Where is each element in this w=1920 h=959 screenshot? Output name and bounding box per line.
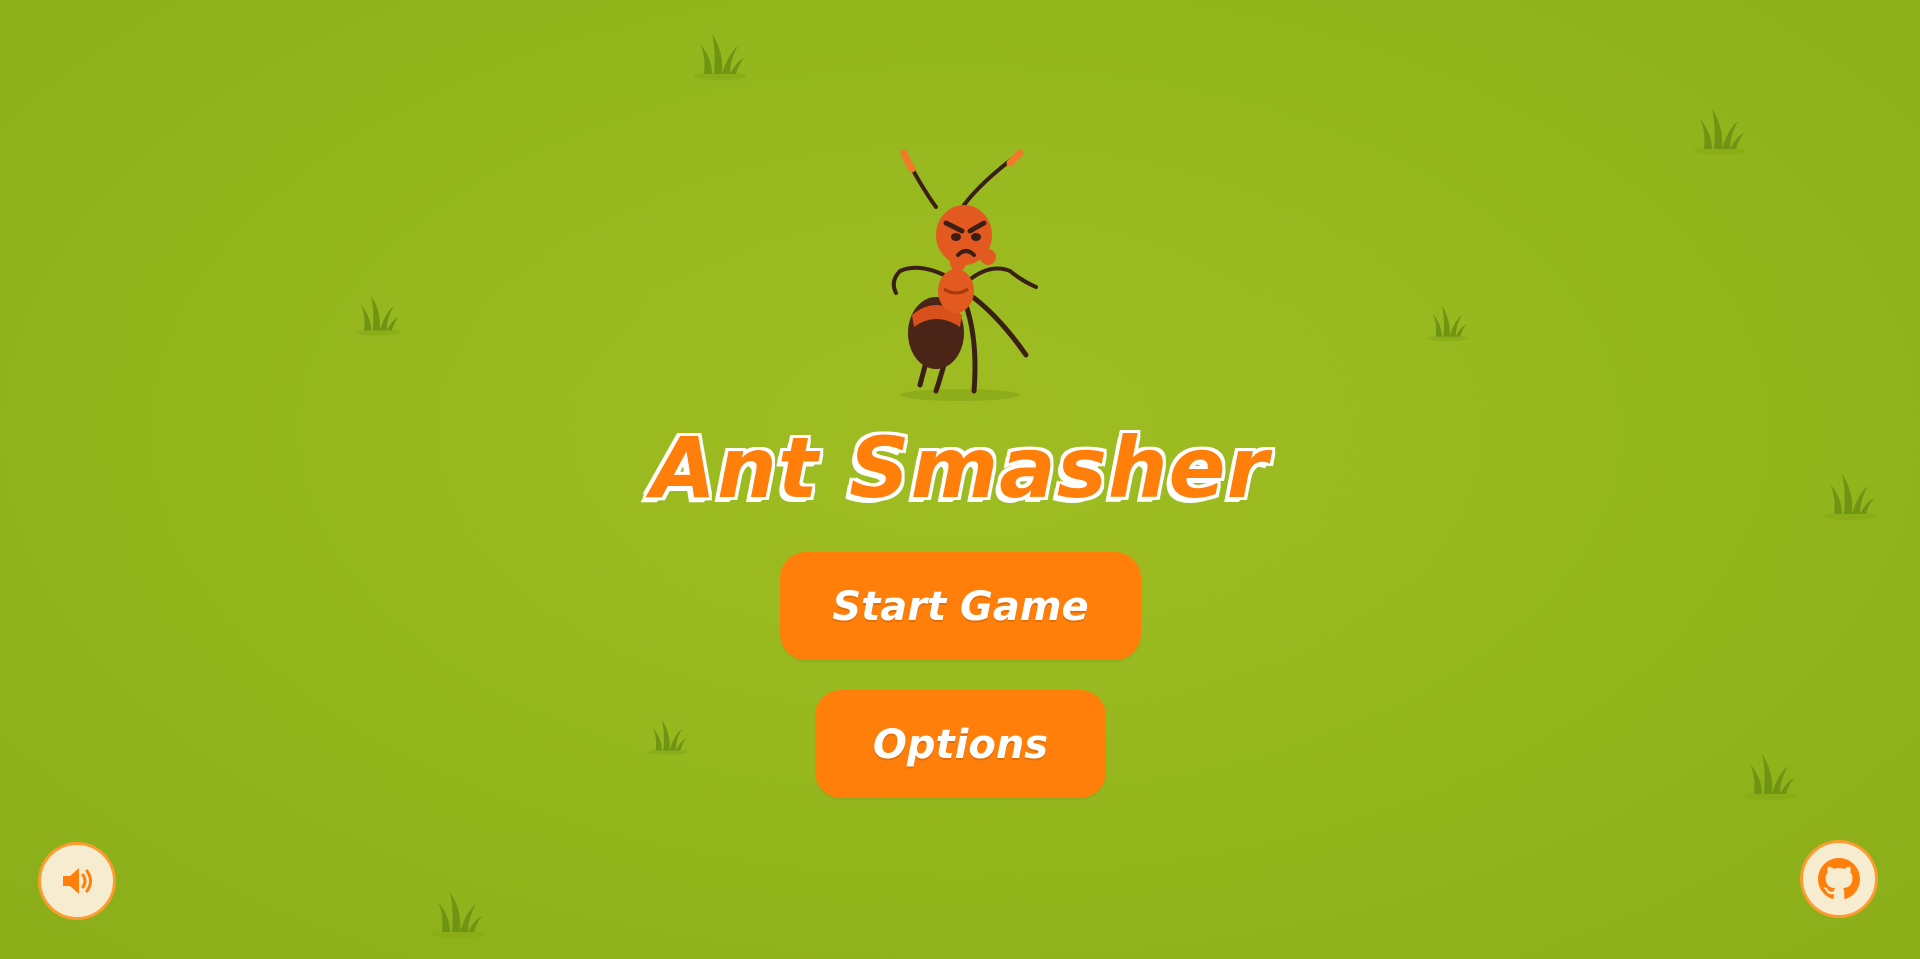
- github-icon: [1818, 858, 1860, 899]
- angry-ant-icon: [891, 149, 1038, 401]
- speaker-icon: [63, 868, 92, 894]
- start-game-button[interactable]: Start Game: [780, 552, 1141, 660]
- github-link-button[interactable]: [1800, 840, 1878, 918]
- game-title: Ant Smasher: [650, 419, 1270, 517]
- sound-toggle-button[interactable]: [38, 842, 116, 920]
- main-menu: Ant Smasher Start Game Options: [0, 0, 1920, 959]
- options-button[interactable]: Options: [815, 690, 1106, 798]
